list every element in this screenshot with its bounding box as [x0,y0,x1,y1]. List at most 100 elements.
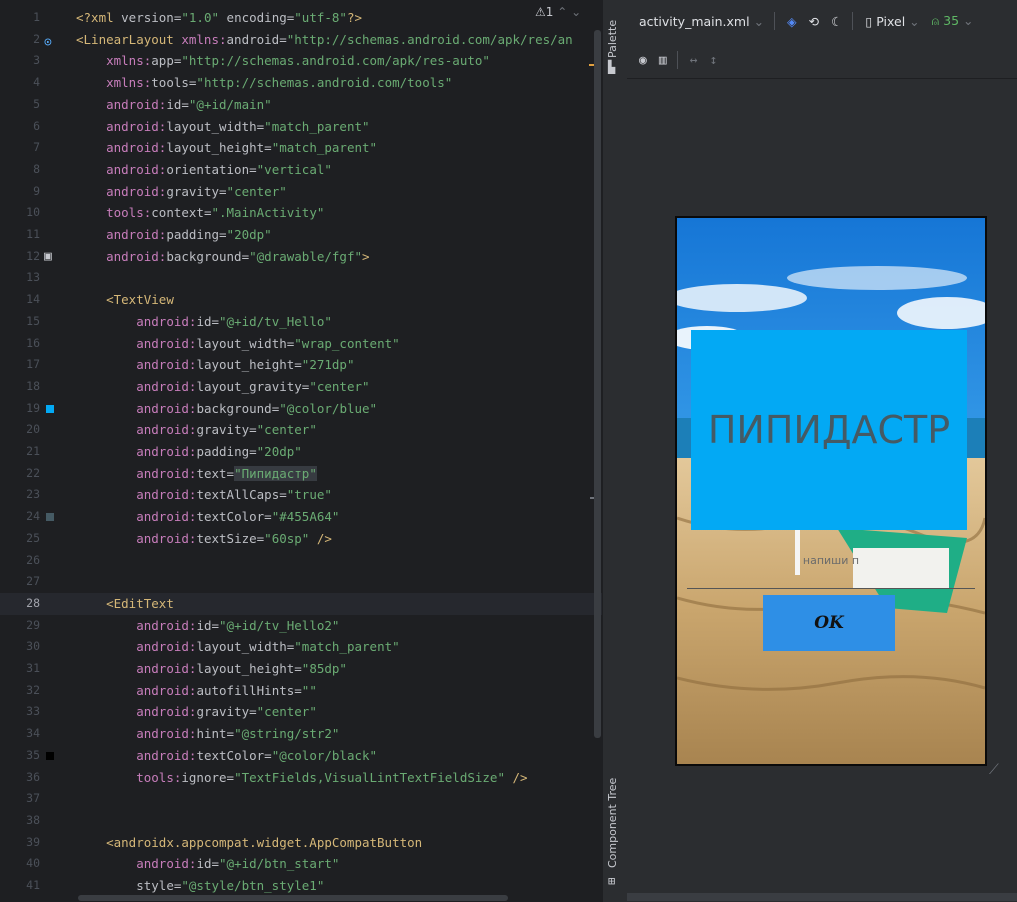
night-mode-icon[interactable]: ☾ [831,14,842,29]
line-number[interactable]: 4 [0,72,40,94]
code-text[interactable]: android:background="@color/blue" [76,398,377,420]
code-line[interactable]: 37 [0,788,602,810]
code-text[interactable]: android:text="Пипидастр" [76,463,317,485]
code-line[interactable]: 24 android:textColor="#455A64" [0,506,602,528]
code-line[interactable]: 28 <EditText [0,592,602,615]
code-line[interactable]: 7 android:layout_height="match_parent" [0,137,602,159]
editor-horizontal-scrollbar[interactable] [78,895,508,901]
code-text[interactable]: tools:ignore="TextFields,VisualLintTextF… [76,767,527,789]
code-text[interactable]: android:gravity="center" [76,419,317,441]
line-number[interactable]: 16 [0,333,40,355]
code-line[interactable]: 25 android:textSize="60sp" /> [0,528,602,550]
color-swatch-icon[interactable] [46,513,54,522]
code-line[interactable]: 38 [0,810,602,832]
design-horizontal-scrollbar[interactable] [627,893,1017,901]
code-text[interactable]: android:layout_height="271dp" [76,354,354,376]
line-number[interactable]: 12 [0,246,40,268]
line-number[interactable]: 21 [0,441,40,463]
line-number[interactable]: 9 [0,181,40,203]
line-number[interactable]: 8 [0,159,40,181]
chevron-down-icon[interactable]: ⌄ [571,5,581,19]
ok-button-preview[interactable]: OK [763,595,895,651]
code-line[interactable]: 9 android:gravity="center" [0,181,602,203]
file-selector[interactable]: activity_main.xml ⌄ [639,14,764,29]
component-tree-icon[interactable]: ⊞ [608,874,615,888]
code-line[interactable]: 5 android:id="@+id/main" [0,94,602,116]
code-line[interactable]: 41 style="@style/btn_style1" [0,875,602,897]
line-number[interactable]: 34 [0,723,40,745]
line-number[interactable]: 31 [0,658,40,680]
code-text[interactable]: android:layout_width="match_parent" [76,636,399,658]
code-line[interactable]: 17 android:layout_height="271dp" [0,354,602,376]
code-text[interactable]: android:layout_width="match_parent" [76,116,369,138]
code-text[interactable]: android:hint="@string/str2" [76,723,339,745]
code-line[interactable]: 29 android:id="@+id/tv_Hello2" [0,615,602,637]
code-line[interactable]: 30 android:layout_width="match_parent" [0,636,602,658]
code-line[interactable]: 35 android:textColor="@color/black" [0,745,602,767]
code-text[interactable]: android:padding="20dp" [76,224,272,246]
code-text[interactable]: xmlns:app="http://schemas.android.com/ap… [76,50,490,72]
code-text[interactable]: <LinearLayout xmlns:android="http://sche… [76,29,573,51]
image-preview-icon[interactable]: ▣ [44,246,52,268]
layers-icon[interactable]: ◈ [787,14,797,29]
api-selector[interactable]: ⍝ 35 ⌄ [932,13,974,29]
warning-indicator[interactable]: ⚠1 ⌃ ⌄ [535,5,581,19]
code-text[interactable]: android:layout_width="wrap_content" [76,333,399,355]
code-line[interactable]: 23 android:textAllCaps="true" [0,484,602,506]
code-line[interactable]: 6 android:layout_width="match_parent" [0,116,602,138]
code-line[interactable]: 21 android:padding="20dp" [0,441,602,463]
line-number[interactable]: 35 [0,745,40,767]
code-text[interactable]: android:layout_height="85dp" [76,658,347,680]
code-line[interactable]: 27 [0,571,602,593]
code-line[interactable]: 20 android:gravity="center" [0,419,602,441]
code-line[interactable]: 10 tools:context=".MainActivity" [0,202,602,224]
code-text[interactable]: android:orientation="vertical" [76,159,332,181]
code-text[interactable]: android:id="@+id/tv_Hello" [76,311,332,333]
code-text[interactable]: android:id="@+id/btn_start" [76,853,339,875]
line-number[interactable]: 39 [0,832,40,854]
line-number[interactable]: 14 [0,289,40,311]
code-line[interactable]: 14 <TextView [0,289,602,311]
orientation-icon[interactable]: ⟲ [809,14,819,29]
line-number[interactable]: 1 [0,7,40,29]
code-line[interactable]: 40 android:id="@+id/btn_start" [0,853,602,875]
text-view-preview[interactable]: ПИПИДАСТР [691,330,967,530]
line-number[interactable]: 30 [0,636,40,658]
line-number[interactable]: 2 [0,29,40,51]
code-text[interactable]: <TextView [76,289,174,311]
device-preview[interactable]: ПИПИДАСТР напиши п OK [675,216,987,766]
palette-tab[interactable]: Palette [606,20,619,58]
code-text[interactable]: android:padding="20dp" [76,441,302,463]
code-line[interactable]: 8 android:orientation="vertical" [0,159,602,181]
editor-vertical-scrollbar[interactable] [594,30,601,738]
code-text[interactable]: <EditText [76,593,174,615]
code-text[interactable]: <?xml version="1.0" encoding="utf-8"?> [76,7,362,29]
line-number[interactable]: 33 [0,701,40,723]
line-number[interactable]: 41 [0,875,40,897]
code-text[interactable]: xmlns:tools="http://schemas.android.com/… [76,72,452,94]
code-text[interactable]: <androidx.appcompat.widget.AppCompatButt… [76,832,422,854]
line-number[interactable]: 11 [0,224,40,246]
code-line[interactable]: 12 ▣ android:background="@drawable/fgf"> [0,246,602,268]
code-line[interactable]: 16 android:layout_width="wrap_content" [0,333,602,355]
code-line[interactable]: 26 [0,550,602,572]
line-number[interactable]: 15 [0,311,40,333]
line-number[interactable]: 10 [0,202,40,224]
code-text[interactable]: style="@style/btn_style1" [76,875,324,897]
component-tree-tab[interactable]: Component Tree [606,778,619,868]
line-number[interactable]: 28 [0,593,40,615]
code-line[interactable]: 4 xmlns:tools="http://schemas.android.co… [0,72,602,94]
code-text[interactable]: android:layout_gravity="center" [76,376,369,398]
line-number[interactable]: 29 [0,615,40,637]
line-number[interactable]: 3 [0,50,40,72]
code-text[interactable]: android:layout_height="match_parent" [76,137,377,159]
line-number[interactable]: 38 [0,810,40,832]
vertical-resize-icon[interactable]: ↕ [709,53,717,68]
line-number[interactable]: 36 [0,767,40,789]
code-text[interactable]: android:textColor="#455A64" [76,506,339,528]
line-number[interactable]: 22 [0,463,40,485]
code-text[interactable]: android:autofillHints="" [76,680,317,702]
code-text[interactable]: android:id="@+id/main" [76,94,272,116]
code-line[interactable]: 19 android:background="@color/blue" [0,398,602,420]
line-number[interactable]: 24 [0,506,40,528]
